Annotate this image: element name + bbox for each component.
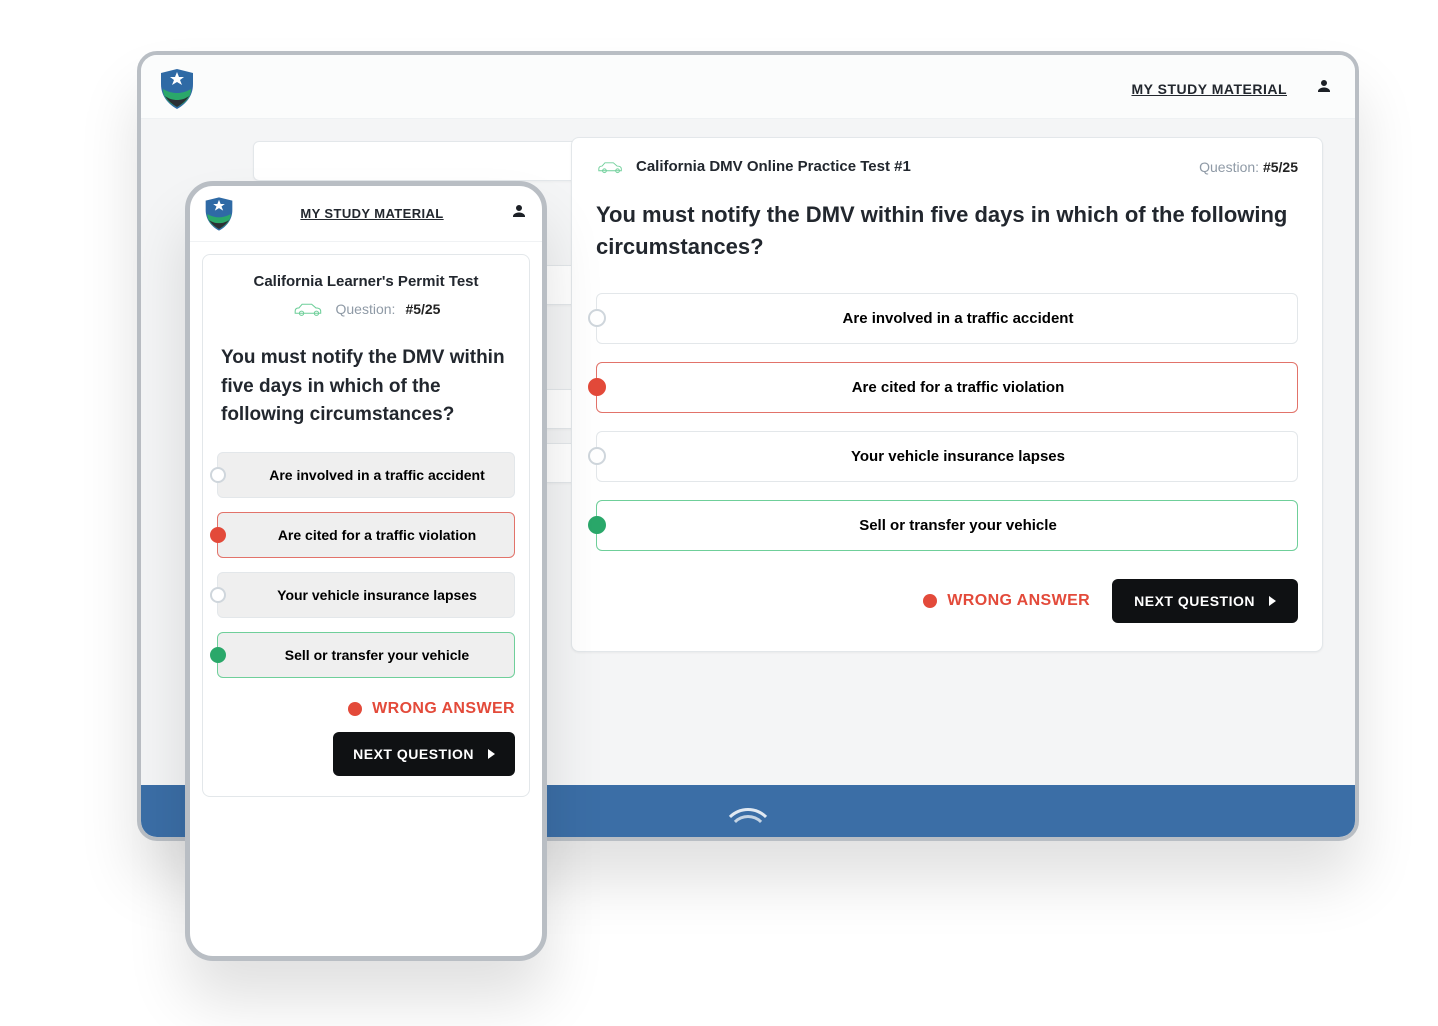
nav-study-material[interactable]: MY STUDY MATERIAL	[300, 206, 443, 221]
phone-test-title: California Learner's Permit Test	[217, 273, 515, 290]
chevron-right-icon	[1269, 596, 1276, 606]
wrong-dot-icon	[348, 702, 362, 716]
nav-study-material[interactable]: MY STUDY MATERIAL	[1131, 81, 1287, 97]
radio-dot-icon	[210, 527, 226, 543]
desktop-topbar: MY STUDY MATERIAL	[141, 55, 1355, 119]
car-icon	[292, 300, 326, 318]
answer-option[interactable]: Are involved in a traffic accident	[596, 293, 1298, 344]
answer-option-wrong[interactable]: Are cited for a traffic violation	[217, 512, 515, 558]
wrong-answer-badge: WRONG ANSWER	[348, 700, 515, 718]
brand-shield-icon	[159, 69, 195, 109]
topbar-actions: MY STUDY MATERIAL	[1131, 77, 1333, 100]
phone-question-actions: WRONG ANSWER NEXT QUESTION	[217, 700, 515, 776]
answer-option[interactable]: Are involved in a traffic accident	[217, 452, 515, 498]
answer-option-correct[interactable]: Sell or transfer your vehicle	[596, 500, 1298, 551]
question-progress-count: #5/25	[1263, 159, 1298, 175]
chevron-right-icon	[488, 749, 495, 759]
background-card-strip	[253, 141, 583, 181]
phone-question-progress: Question: #5/25	[217, 300, 515, 318]
answer-option-wrong[interactable]: Are cited for a traffic violation	[596, 362, 1298, 413]
next-question-button[interactable]: NEXT QUESTION	[1112, 579, 1298, 623]
question-progress: Question: #5/25	[1199, 159, 1298, 175]
answer-text: Are involved in a traffic accident	[843, 310, 1074, 327]
radio-dot-icon	[588, 378, 606, 396]
radio-dot-icon	[588, 447, 606, 465]
answers-list: Are involved in a traffic accident Are c…	[596, 293, 1298, 551]
answer-option[interactable]: Your vehicle insurance lapses	[596, 431, 1298, 482]
next-question-button[interactable]: NEXT QUESTION	[333, 732, 515, 776]
phone-question-label: Question:	[336, 301, 396, 317]
wrong-answer-badge: WRONG ANSWER	[923, 592, 1090, 610]
radio-dot-icon	[588, 516, 606, 534]
phone-question-card: California Learner's Permit Test Questio…	[202, 254, 530, 797]
question-card-header: California DMV Online Practice Test #1 Q…	[596, 156, 1298, 185]
answer-text: Sell or transfer your vehicle	[859, 517, 1057, 534]
wrong-answer-label: WRONG ANSWER	[947, 592, 1090, 610]
answer-text: Your vehicle insurance lapses	[277, 587, 477, 603]
answer-option-correct[interactable]: Sell or transfer your vehicle	[217, 632, 515, 678]
car-icon	[596, 159, 626, 175]
question-text: You must notify the DMV within five days…	[596, 199, 1298, 263]
radio-dot-icon	[210, 587, 226, 603]
footer-arc-icon	[721, 808, 775, 841]
answer-text: Are involved in a traffic accident	[269, 467, 485, 483]
wrong-dot-icon	[923, 594, 937, 608]
question-card: California DMV Online Practice Test #1 Q…	[571, 137, 1323, 652]
test-title: California DMV Online Practice Test #1	[596, 158, 911, 175]
answer-text: Are cited for a traffic violation	[278, 527, 476, 543]
question-progress-label: Question:	[1199, 159, 1259, 175]
radio-dot-icon	[210, 467, 226, 483]
test-title-text: California DMV Online Practice Test #1	[636, 158, 911, 175]
question-actions: WRONG ANSWER NEXT QUESTION	[596, 579, 1298, 623]
answer-text: Sell or transfer your vehicle	[285, 647, 469, 663]
next-question-label: NEXT QUESTION	[353, 746, 474, 762]
phone-device-frame: MY STUDY MATERIAL California Learner's P…	[185, 181, 547, 961]
radio-dot-icon	[210, 647, 226, 663]
user-icon[interactable]	[1315, 77, 1333, 100]
phone-answers-list: Are involved in a traffic accident Are c…	[217, 452, 515, 678]
answer-option[interactable]: Your vehicle insurance lapses	[217, 572, 515, 618]
wrong-answer-label: WRONG ANSWER	[372, 700, 515, 718]
brand-shield-icon	[204, 197, 234, 231]
radio-dot-icon	[588, 309, 606, 327]
brand	[159, 69, 195, 109]
phone-question-count: #5/25	[405, 301, 440, 317]
answer-text: Your vehicle insurance lapses	[851, 448, 1065, 465]
phone-topbar: MY STUDY MATERIAL	[190, 186, 542, 242]
answer-text: Are cited for a traffic violation	[852, 379, 1065, 396]
next-question-label: NEXT QUESTION	[1134, 593, 1255, 609]
phone-question-text: You must notify the DMV within five days…	[221, 344, 511, 430]
user-icon[interactable]	[510, 202, 528, 225]
phone-body: California Learner's Permit Test Questio…	[190, 242, 542, 813]
